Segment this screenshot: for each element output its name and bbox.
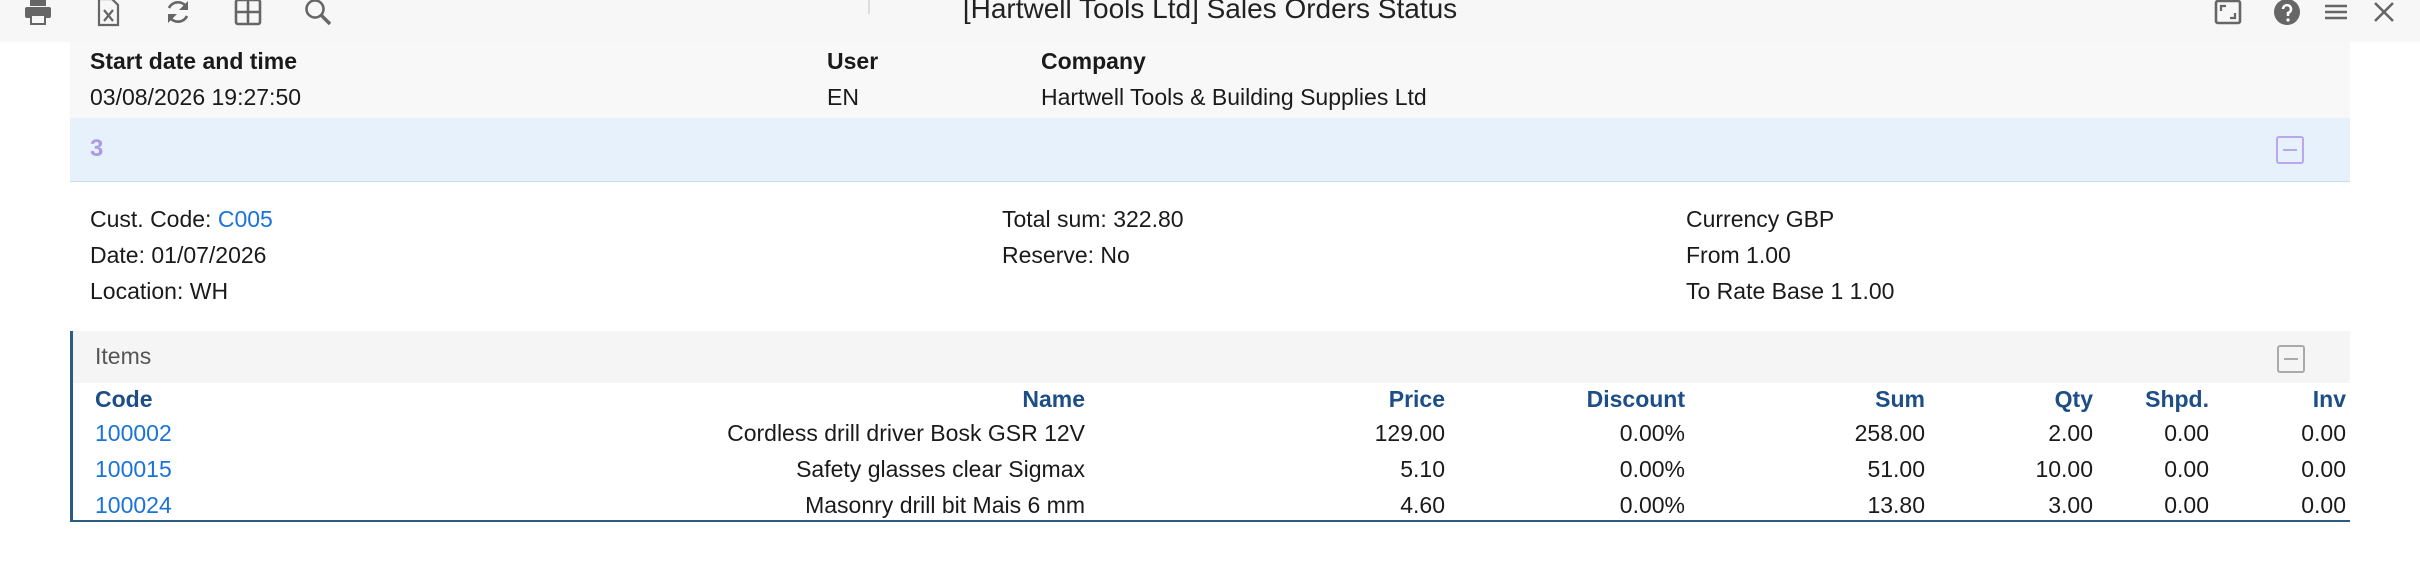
column-header-discount[interactable]: Discount	[1485, 386, 1685, 413]
order-date: Date: 01/07/2026	[90, 242, 267, 268]
item-name: Safety glasses clear Sigmax	[796, 456, 1085, 482]
reserve-status: Reserve: No	[1002, 242, 1130, 268]
item-qty: 2.00	[2048, 420, 2093, 446]
item-sum: 258.00	[1854, 420, 1925, 446]
item-invoiced: 0.00	[2301, 420, 2346, 446]
item-price: 4.60	[1400, 492, 1445, 518]
window-title: [Hartwell Tools Ltd] Sales Orders Status	[962, 0, 1458, 24]
column-header-qty[interactable]: Qty	[1943, 386, 2093, 413]
close-icon[interactable]	[2364, 0, 2404, 32]
start-date-label: Start date and time	[90, 48, 298, 74]
column-header-name[interactable]: Name	[473, 386, 1085, 413]
order-group-number: 3	[90, 135, 104, 162]
item-discount: 0.00%	[1619, 492, 1685, 518]
cust-code-label: Cust. Code:	[90, 206, 218, 232]
user-label: User	[827, 48, 879, 74]
item-discount: 0.00%	[1619, 456, 1685, 482]
item-invoiced: 0.00	[2301, 456, 2346, 482]
item-name: Masonry drill bit Mais 6 mm	[805, 492, 1085, 518]
items-section: Items Code Name Price Discount Sum Qty S…	[70, 331, 2350, 522]
item-name: Cordless drill driver Bosk GSR 12V	[727, 420, 1085, 446]
items-label: Items	[95, 343, 152, 369]
currency: Currency GBP	[1686, 206, 1835, 232]
item-discount: 0.00%	[1619, 420, 1685, 446]
order-location: Location: WH	[90, 278, 229, 304]
item-invoiced: 0.00	[2301, 492, 2346, 518]
toolbar: [Hartwell Tools Ltd] Sales Orders Status	[0, 0, 2420, 42]
item-code-link[interactable]: 100015	[95, 456, 172, 483]
item-sum: 13.80	[1867, 492, 1925, 518]
item-shipped: 0.00	[2164, 492, 2209, 518]
item-code-link[interactable]: 100024	[95, 492, 172, 519]
total-sum: Total sum: 322.80	[1002, 206, 1184, 232]
cust-code: Cust. Code: C005	[90, 206, 273, 233]
column-header-shipped[interactable]: Shpd.	[2073, 386, 2209, 413]
rate-from: From 1.00	[1686, 242, 1791, 268]
rate-to: To Rate Base 1 1.00	[1686, 278, 1895, 304]
menu-icon[interactable]	[2316, 0, 2356, 32]
item-shipped: 0.00	[2164, 420, 2209, 446]
column-header-invoiced[interactable]: Inv	[2200, 386, 2346, 413]
column-header-code[interactable]: Code	[95, 386, 153, 413]
item-qty: 10.00	[2035, 456, 2093, 482]
company-value: Hartwell Tools & Building Supplies Ltd	[1041, 84, 1427, 110]
item-price: 129.00	[1374, 420, 1445, 446]
column-header-price[interactable]: Price	[1245, 386, 1445, 413]
start-date-value: 03/08/2026 19:27:50	[90, 84, 302, 110]
items-header: Items	[73, 331, 2350, 383]
help-icon[interactable]	[2267, 0, 2307, 32]
user-value: EN	[827, 84, 859, 110]
item-code-link[interactable]: 100002	[95, 420, 172, 447]
order-group-header[interactable]: 3	[70, 118, 2350, 182]
report-meta: Start date and time 03/08/2026 19:27:50 …	[70, 42, 2350, 118]
company-label: Company	[1041, 48, 1146, 74]
item-price: 5.10	[1400, 456, 1445, 482]
collapse-group-icon[interactable]	[2276, 136, 2304, 164]
item-sum: 51.00	[1867, 456, 1925, 482]
order-details: Cust. Code: C005 Date: 01/07/2026 Locati…	[90, 204, 2350, 314]
item-shipped: 0.00	[2164, 456, 2209, 482]
cust-code-link[interactable]: C005	[218, 206, 273, 232]
collapse-items-icon[interactable]	[2277, 345, 2305, 373]
column-header-sum[interactable]: Sum	[1725, 386, 1925, 413]
expand-icon[interactable]	[2208, 0, 2248, 32]
item-qty: 3.00	[2048, 492, 2093, 518]
